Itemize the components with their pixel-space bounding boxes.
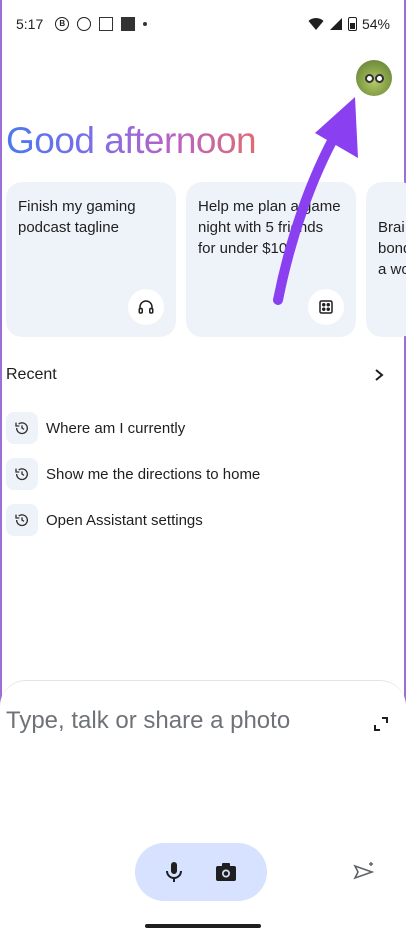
microphone-icon[interactable] bbox=[164, 861, 184, 883]
recent-header[interactable]: Recent bbox=[6, 362, 386, 388]
history-icon bbox=[6, 458, 38, 490]
dot-icon bbox=[143, 22, 148, 26]
suggestion-card[interactable]: Brai bond a wo bbox=[366, 182, 406, 337]
avatar-eye-icon bbox=[375, 74, 384, 83]
chevron-right-icon[interactable] bbox=[372, 368, 386, 382]
system-icons: 54% bbox=[308, 16, 390, 32]
suggestion-card-text: Help me plan a game night with 5 friends… bbox=[198, 198, 341, 257]
battery-percent: 54% bbox=[361, 16, 390, 32]
business-icon: B bbox=[55, 17, 70, 31]
history-icon bbox=[6, 412, 38, 444]
battery-icon bbox=[347, 17, 357, 31]
suggestion-card-text: Brai bond a wo bbox=[378, 219, 406, 278]
history-icon bbox=[6, 504, 38, 536]
wifi-icon bbox=[308, 18, 324, 30]
dice-icon bbox=[308, 289, 344, 325]
recent-item-label: Where am I currently bbox=[46, 419, 186, 437]
screenshot-icon bbox=[99, 17, 114, 31]
suggestion-card[interactable]: Help me plan a game night with 5 friends… bbox=[186, 182, 356, 337]
send-icon[interactable] bbox=[352, 860, 376, 884]
profile-avatar[interactable] bbox=[356, 60, 392, 96]
input-actions-pill bbox=[135, 843, 267, 901]
notification-icons: B bbox=[55, 17, 148, 31]
whatsapp-icon bbox=[77, 17, 92, 31]
recent-item[interactable]: Show me the directions to home bbox=[6, 451, 260, 497]
home-indicator bbox=[145, 924, 261, 928]
greeting-title: Good afternoon bbox=[6, 120, 257, 161]
status-time: 5:17 bbox=[16, 16, 44, 32]
recent-title: Recent bbox=[6, 366, 57, 383]
prompt-input[interactable] bbox=[6, 707, 346, 735]
app-icon bbox=[121, 17, 136, 31]
status-bar: 5:17 B 54% bbox=[0, 0, 406, 48]
camera-icon[interactable] bbox=[214, 861, 238, 883]
headphones-icon bbox=[128, 289, 164, 325]
signal-icon bbox=[329, 18, 342, 30]
expand-icon[interactable] bbox=[372, 715, 390, 733]
suggestion-cards: Finish my gaming podcast tagline Help me… bbox=[6, 182, 406, 337]
avatar-eye-icon bbox=[365, 74, 374, 83]
suggestion-card-text: Finish my gaming podcast tagline bbox=[18, 198, 136, 236]
recent-item[interactable]: Where am I currently bbox=[6, 405, 260, 451]
suggestion-card[interactable]: Finish my gaming podcast tagline bbox=[6, 182, 176, 337]
recent-item-label: Show me the directions to home bbox=[46, 465, 261, 483]
recent-item-label: Open Assistant settings bbox=[46, 511, 203, 529]
recent-list: Where am I currently Show me the directi… bbox=[6, 405, 260, 543]
recent-item[interactable]: Open Assistant settings bbox=[6, 497, 260, 543]
